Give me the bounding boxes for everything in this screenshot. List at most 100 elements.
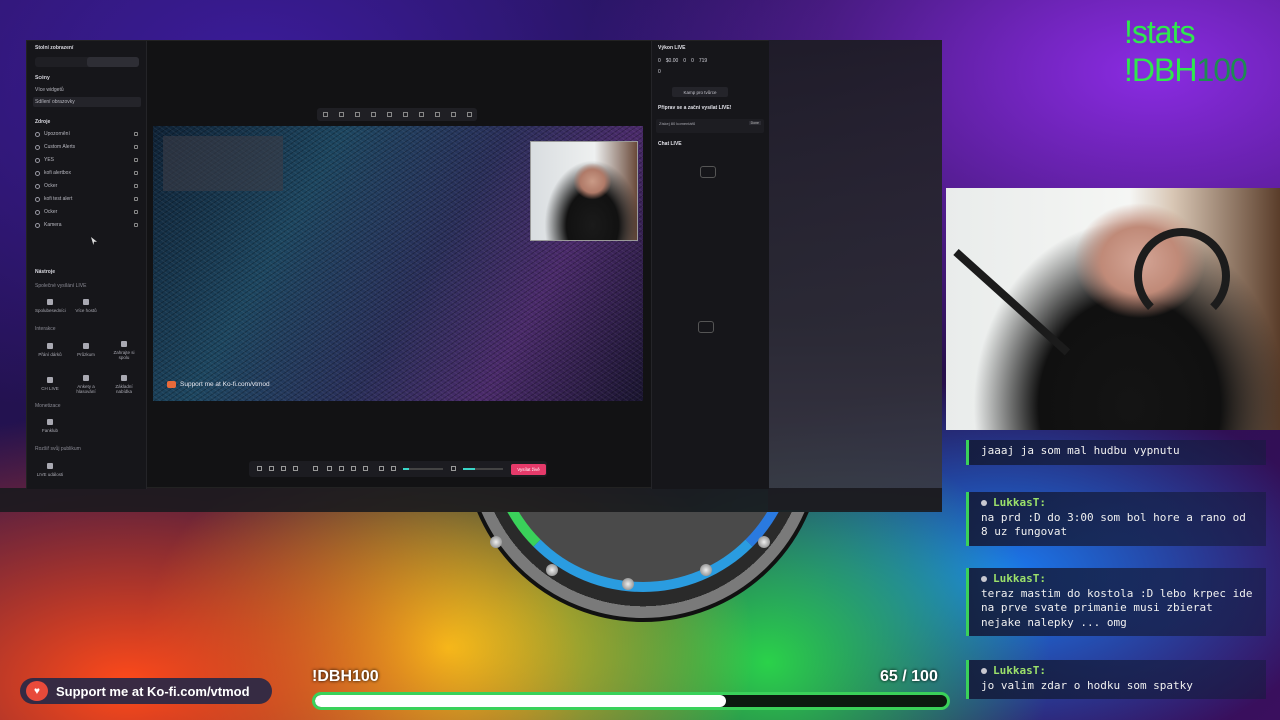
- eye-icon: [35, 170, 40, 176]
- volume-slider[interactable]: [403, 468, 443, 470]
- record-icon[interactable]: [327, 466, 332, 471]
- crop-icon[interactable]: [322, 112, 328, 117]
- tool-icon: [83, 299, 89, 305]
- metric-value: 719: [698, 58, 708, 64]
- tool-tile[interactable]: Přání dárků: [35, 343, 65, 357]
- user-badge-icon: [981, 668, 987, 675]
- tool-icon: [47, 299, 53, 305]
- lock-icon[interactable]: [134, 132, 138, 136]
- mic-icon[interactable]: [451, 466, 456, 471]
- screen-icon[interactable]: [293, 466, 298, 471]
- source-item[interactable]: kofi alertbox: [35, 170, 71, 176]
- tool-tile[interactable]: Spolubesedníci: [35, 299, 66, 313]
- source-item[interactable]: Ocker: [35, 209, 57, 215]
- source-item[interactable]: Kamera: [35, 222, 62, 228]
- source-label: Ocker: [44, 183, 58, 189]
- eye-icon: [35, 157, 40, 163]
- tool-tile[interactable]: Fanklub: [35, 419, 65, 433]
- user-badge-icon: [981, 500, 987, 507]
- image-icon[interactable]: [281, 466, 286, 471]
- source-item[interactable]: kofi test alert: [35, 196, 72, 202]
- rotate-icon[interactable]: [402, 112, 408, 117]
- crop-icon[interactable]: [370, 112, 376, 117]
- tool-label: Fanklub: [41, 428, 58, 433]
- chat-username: LukkasT:: [981, 572, 1258, 587]
- chat-bubble-icon: [698, 321, 714, 333]
- copy-icon[interactable]: [386, 112, 392, 117]
- layer-icon[interactable]: [434, 112, 440, 117]
- task-card[interactable]: Získej 80 komentářů Done: [656, 119, 764, 133]
- shuffle-icon[interactable]: [257, 466, 262, 471]
- chat-message-text: jaaaj ja som mal hudbu vypnutu: [981, 444, 1180, 457]
- viewer-value: 0: [658, 69, 661, 75]
- copy-icon[interactable]: [269, 466, 274, 471]
- tools-heading: Nástroje: [35, 269, 56, 275]
- tool-tile[interactable]: Zahrajte si spolu: [109, 341, 139, 360]
- goal-progress-bar: [312, 692, 950, 710]
- sources-heading: Zdroje: [35, 119, 51, 125]
- goal-label: !DBH100: [312, 668, 379, 685]
- lock-icon[interactable]: [134, 197, 138, 201]
- collab-heading: Společné vysílání LIVE: [35, 283, 87, 289]
- bolt: [490, 536, 502, 548]
- lock-icon[interactable]: [134, 158, 138, 162]
- creator-camp-button[interactable]: Kamp pro tvůrce: [672, 87, 728, 97]
- move-icon[interactable]: [354, 112, 360, 117]
- kofi-cup-icon: ♥: [26, 681, 48, 701]
- source-item[interactable]: Upozornění: [35, 131, 70, 137]
- undo-icon[interactable]: [450, 112, 456, 117]
- background-panel: [768, 40, 942, 510]
- lock-icon[interactable]: [134, 145, 138, 149]
- bottom-controls: [249, 461, 547, 477]
- lock-icon[interactable]: [134, 223, 138, 227]
- tool-tile[interactable]: Průzkum: [71, 343, 101, 357]
- canvas-kofi-overlay: Support me at Ko-fi.com/vtmod: [167, 381, 270, 388]
- mixer-icon[interactable]: [379, 466, 384, 471]
- tool-tile[interactable]: Ankety a hlasování: [71, 375, 101, 394]
- view-toggle[interactable]: [35, 57, 139, 67]
- tool-icon: [121, 375, 127, 381]
- tool-tile[interactable]: CH LIVE: [35, 377, 65, 391]
- source-item[interactable]: YES: [35, 157, 54, 163]
- gear-icon[interactable]: [351, 466, 356, 471]
- layer-icon[interactable]: [418, 112, 424, 117]
- live-chat-heading: Chat LIVE: [658, 141, 682, 147]
- trash-icon[interactable]: [466, 112, 472, 117]
- live-metrics: 0 $0.00 0 0 719: [658, 58, 707, 64]
- app-sidebar: Stolní zobrazení Scény Více widgetů Sdíl…: [27, 41, 147, 489]
- streamer-webcam: [946, 188, 1280, 430]
- bolt: [700, 564, 712, 576]
- source-label: Custom Alerts: [44, 144, 76, 150]
- eye-icon: [35, 209, 40, 215]
- source-label: YES: [44, 157, 55, 163]
- tool-tile[interactable]: Základní nabídka: [109, 375, 139, 394]
- task-label: Získej 80 komentářů: [659, 121, 696, 126]
- more-icon[interactable]: [363, 466, 368, 471]
- stats-command-text: !stats: [1124, 14, 1195, 50]
- gear-logo: [448, 512, 838, 622]
- tool-label: Přání dárků: [38, 352, 62, 357]
- streaming-app-window: Stolní zobrazení Scény Více widgetů Sdíl…: [26, 40, 769, 489]
- source-item[interactable]: Ocker: [35, 183, 57, 189]
- lock-icon[interactable]: [134, 184, 138, 188]
- goal-current: 65: [880, 668, 898, 685]
- layout-menu[interactable]: Stolní zobrazení: [35, 45, 73, 51]
- webcam-preview[interactable]: [530, 141, 638, 241]
- kofi-banner-text: Support me at Ko-fi.com/vtmod: [56, 683, 250, 699]
- lock-icon[interactable]: [134, 171, 138, 175]
- scene-item[interactable]: Více widgetů: [35, 87, 64, 93]
- tool-icon: [47, 377, 53, 383]
- settings-icon[interactable]: [339, 466, 344, 471]
- go-live-button[interactable]: Vysílat živě: [511, 464, 546, 475]
- scene-item[interactable]: Sdílení obrazovky: [35, 99, 75, 105]
- source-item[interactable]: Custom Alerts: [35, 144, 75, 150]
- lock-icon[interactable]: [134, 210, 138, 214]
- chat-username-text: LukkasT:: [993, 496, 1046, 509]
- chat-username-text: LukkasT:: [993, 572, 1046, 585]
- phone-icon[interactable]: [313, 466, 318, 471]
- speaker-icon[interactable]: [391, 466, 396, 471]
- resize-icon[interactable]: [338, 112, 344, 117]
- tool-tile[interactable]: Více hostů: [71, 299, 101, 313]
- tool-label: Více hostů: [75, 308, 97, 313]
- tool-tile[interactable]: LIVE události: [35, 463, 65, 477]
